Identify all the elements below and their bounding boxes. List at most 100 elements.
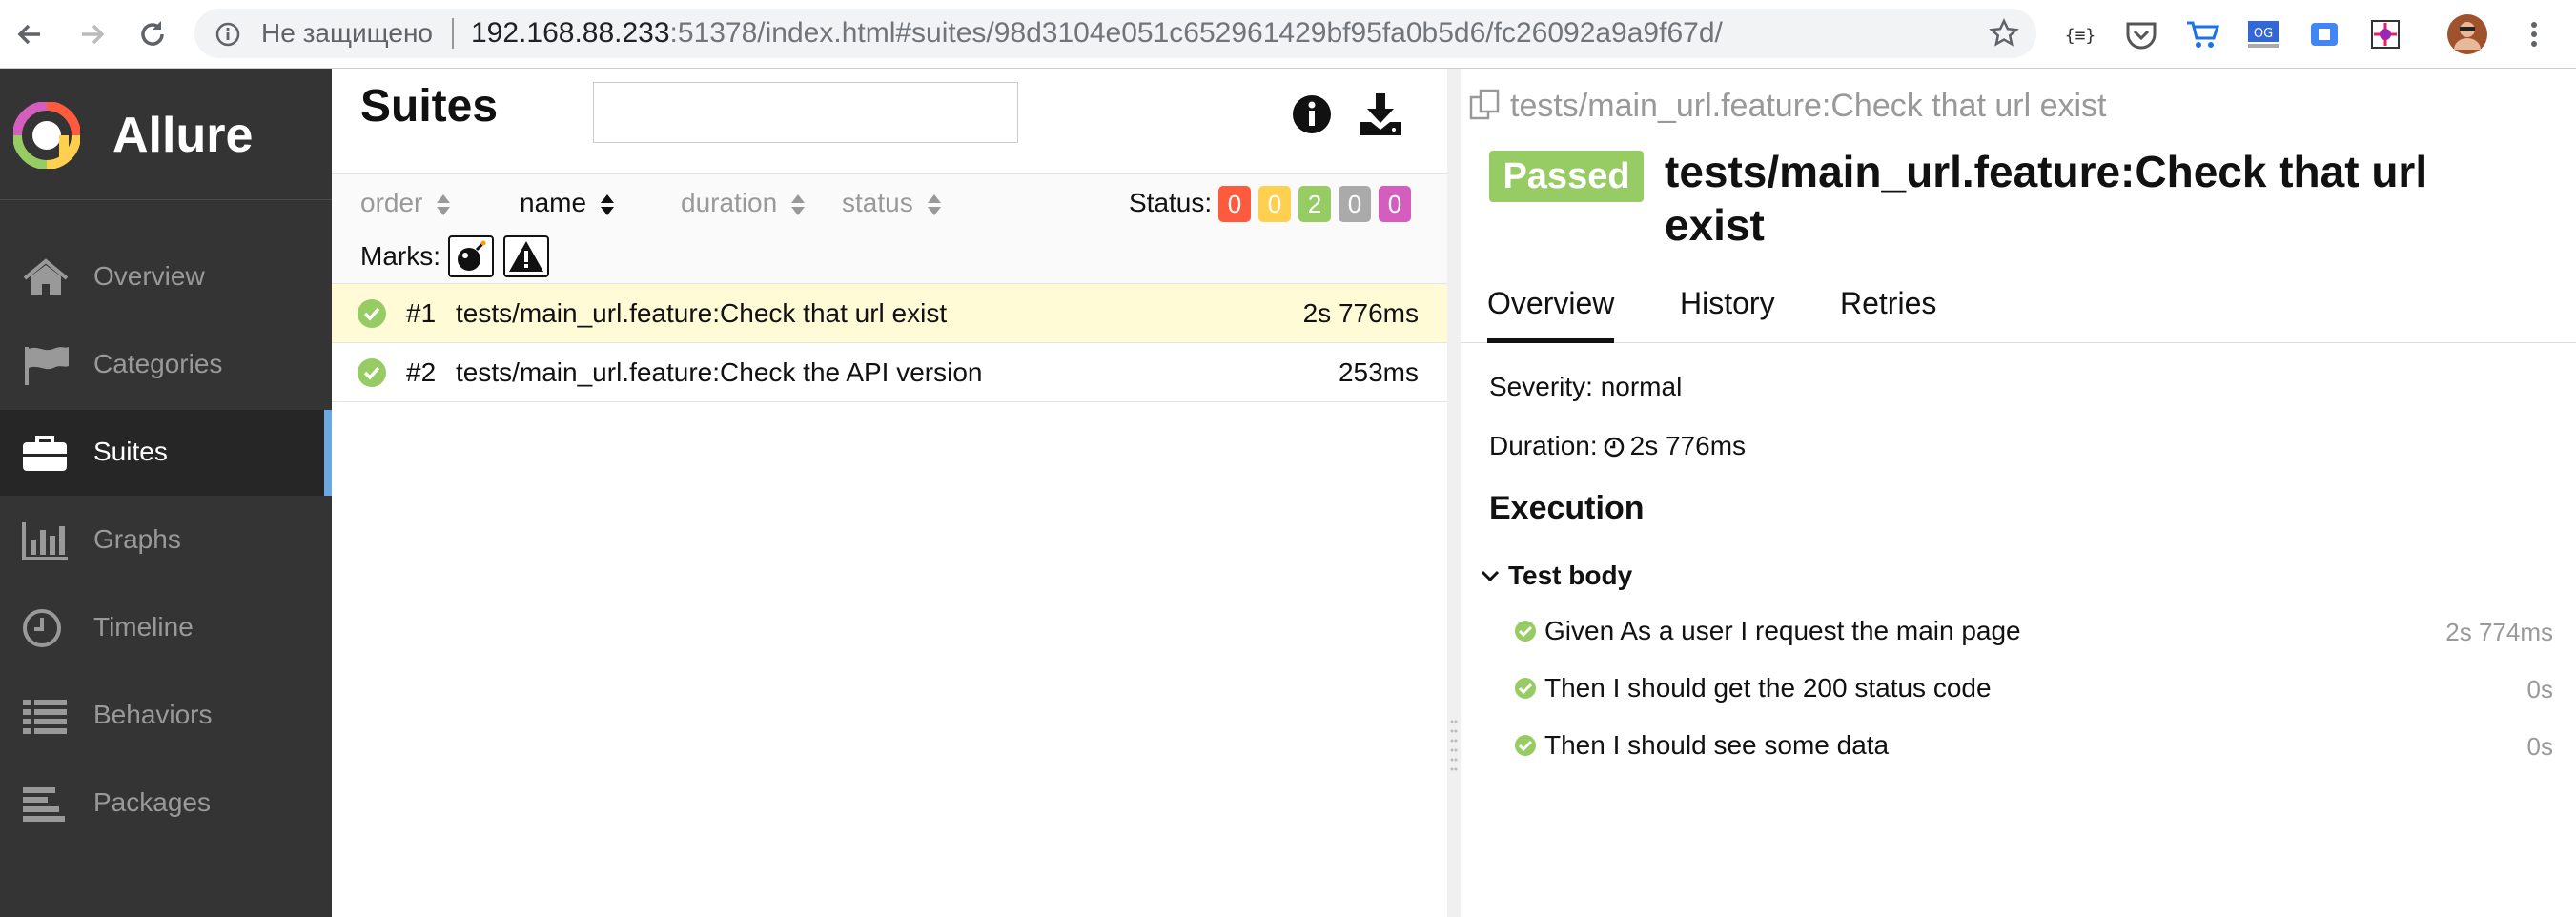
url-text[interactable]: 192.168.88.233:51378/index.html#suites/9… <box>471 17 1723 50</box>
tab-retries[interactable]: Retries <box>1840 286 1936 343</box>
row-name: tests/main_url.feature:Check the API ver… <box>456 357 983 387</box>
copy-icon[interactable] <box>1468 88 1503 122</box>
forward-icon[interactable] <box>72 15 111 53</box>
sidebar-item-graphs[interactable]: Graphs <box>0 498 332 583</box>
sidebar-item-behaviors[interactable]: Behaviors <box>0 673 332 759</box>
reload-icon[interactable] <box>133 15 172 53</box>
sidebar-item-label: Categories <box>93 349 223 378</box>
status-badge-passed[interactable]: 2 <box>1298 186 1331 222</box>
step-duration: 2s 774ms <box>2445 618 2553 646</box>
sort-duration[interactable]: duration <box>681 188 806 218</box>
screen-extension-icon[interactable] <box>2305 15 2343 53</box>
detail-tabs: Overview History Retries <box>1461 271 2576 343</box>
status-badge-skipped[interactable]: 0 <box>1339 186 1371 222</box>
star-icon[interactable] <box>1989 18 2019 49</box>
sidebar: Allure Overview Categories Suites Graphs… <box>0 69 332 917</box>
test-body-toggle[interactable]: Test body <box>1480 560 1632 591</box>
sidebar-item-label: Packages <box>93 787 211 817</box>
cart-extension-icon[interactable] <box>2183 15 2221 53</box>
sidebar-item-label: Behaviors <box>93 700 213 729</box>
list-icon <box>23 700 67 734</box>
step-row[interactable]: Given As a user I request the main page … <box>1514 610 2553 658</box>
allure-logo-icon <box>13 102 80 169</box>
sort-icon <box>791 194 806 215</box>
color-extension-icon[interactable] <box>2366 15 2404 53</box>
row-duration: 253ms <box>1338 357 1419 387</box>
json-extension-icon[interactable]: {≡} <box>2061 15 2099 53</box>
back-icon[interactable] <box>11 15 50 53</box>
drag-handle-icon[interactable] <box>1450 717 1458 774</box>
brand[interactable]: Allure <box>0 69 332 200</box>
status-filter-label: Status: <box>1129 188 1213 217</box>
row-number: #2 <box>406 357 437 387</box>
passed-check-icon <box>1515 678 1536 699</box>
download-icon[interactable] <box>1358 92 1403 137</box>
pocket-icon[interactable] <box>2122 15 2160 53</box>
step-row[interactable]: Then I should see some data 0s <box>1514 724 2553 772</box>
more-menu-icon[interactable] <box>2515 15 2553 53</box>
sort-status[interactable]: status <box>842 188 942 218</box>
tab-overview[interactable]: Overview <box>1487 286 1615 343</box>
step-text: Then I should get the 200 status code <box>1544 673 1992 703</box>
sidebar-item-packages[interactable]: Packages <box>0 761 332 846</box>
test-detail-pane: tests/main_url.feature:Check that url ex… <box>1461 69 2576 917</box>
passed-check-icon <box>1515 621 1536 642</box>
flag-icon <box>25 347 69 385</box>
passed-check-icon <box>1515 735 1536 756</box>
info-icon[interactable] <box>1291 93 1333 135</box>
table-row[interactable]: #2 tests/main_url.feature:Check the API … <box>332 343 1447 402</box>
sort-icon <box>437 194 451 215</box>
profile-avatar[interactable] <box>2446 13 2488 55</box>
search-input[interactable] <box>593 82 1018 143</box>
suites-pane: Suites order name duration status Status… <box>332 69 1447 917</box>
browser-toolbar: Не защищено 192.168.88.233:51378/index.h… <box>0 0 2576 69</box>
clock-icon <box>23 609 61 647</box>
svg-text:{≡}: {≡} <box>2065 26 2096 46</box>
step-row[interactable]: Then I should get the 200 status code 0s <box>1514 667 2553 715</box>
sidebar-item-timeline[interactable]: Timeline <box>0 585 332 671</box>
severity: Severity: normal <box>1489 372 1683 401</box>
step-duration: 0s <box>2526 732 2553 761</box>
page-title: Suites <box>360 81 499 132</box>
sidebar-item-suites[interactable]: Suites <box>0 410 332 496</box>
brand-name: Allure <box>112 108 254 163</box>
status-badge: Passed <box>1489 151 1644 202</box>
chevron-down-icon <box>1481 570 1500 582</box>
align-left-icon <box>23 787 65 822</box>
info-icon[interactable] <box>215 22 240 47</box>
svg-text:OG: OG <box>2254 27 2273 41</box>
sidebar-item-label: Suites <box>93 437 168 466</box>
og-extension-icon[interactable]: OG <box>2244 15 2282 53</box>
status-badge-failed[interactable]: 0 <box>1218 186 1251 222</box>
flaky-bomb-icon[interactable] <box>448 235 494 277</box>
address-separator <box>452 18 454 49</box>
sort-order[interactable]: order <box>360 188 451 218</box>
sidebar-item-categories[interactable]: Categories <box>0 322 332 408</box>
bar-chart-icon <box>22 522 68 560</box>
sort-icon <box>601 194 615 215</box>
home-icon <box>23 258 69 295</box>
duration: Duration: 2s 776ms <box>1489 431 1747 460</box>
sidebar-item-label: Overview <box>93 261 205 291</box>
passed-check-icon <box>358 358 386 387</box>
sidebar-item-label: Graphs <box>93 524 181 554</box>
status-badge-unknown[interactable]: 0 <box>1379 186 1411 222</box>
breadcrumb[interactable]: tests/main_url.feature:Check that url ex… <box>1468 88 2107 125</box>
row-number: #1 <box>406 298 437 328</box>
pane-splitter[interactable] <box>1447 69 1461 917</box>
step-duration: 0s <box>2526 675 2553 703</box>
row-name: tests/main_url.feature:Check that url ex… <box>456 298 948 328</box>
tab-history[interactable]: History <box>1680 286 1775 343</box>
security-label: Не защищено <box>261 18 433 48</box>
briefcase-icon <box>23 436 67 471</box>
warning-icon[interactable] <box>503 235 549 277</box>
address-bar[interactable]: Не защищено 192.168.88.233:51378/index.h… <box>194 9 2036 58</box>
sort-name[interactable]: name <box>520 188 615 218</box>
sidebar-item-overview[interactable]: Overview <box>0 234 332 320</box>
marks-label: Marks: <box>360 241 440 271</box>
status-badge-broken[interactable]: 0 <box>1258 186 1291 222</box>
step-text: Given As a user I request the main page <box>1544 616 2021 645</box>
tree-header: order name duration status Status: 0 0 2… <box>332 173 1447 284</box>
clock-icon <box>1604 437 1624 458</box>
table-row[interactable]: #1 tests/main_url.feature:Check that url… <box>332 284 1447 343</box>
